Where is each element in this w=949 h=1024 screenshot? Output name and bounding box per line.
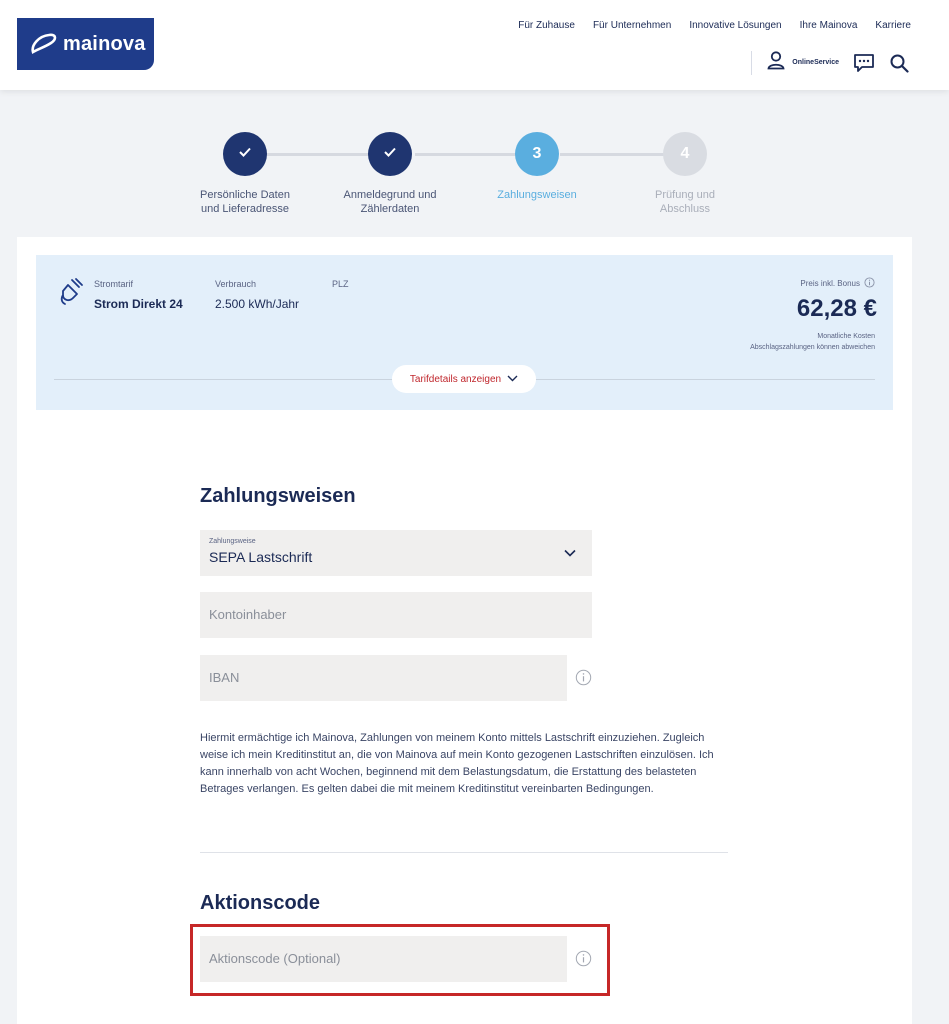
nav-item-karriere[interactable]: Karriere	[875, 20, 911, 31]
section-divider	[200, 852, 728, 853]
usage-value: 2.500 kWh/Jahr	[215, 297, 300, 311]
progress-stepper: Persönliche Daten und Lieferadresse Anme…	[175, 126, 755, 226]
step-4-label: Prüfung und Abschluss	[655, 189, 715, 215]
account-holder-field[interactable]: Kontoinhaber	[200, 592, 592, 638]
chevron-down-icon	[507, 374, 518, 385]
step-persoenliche-daten[interactable]: Persönliche Daten und Lieferadresse	[175, 132, 315, 216]
account-holder-placeholder: Kontoinhaber	[209, 607, 287, 622]
step-1-label: Persönliche Daten und Lieferadresse	[200, 189, 290, 215]
step-anmeldegrund[interactable]: Anmeldegrund und Zählerdaten	[320, 132, 460, 216]
online-service-label: OnlineService	[792, 59, 839, 66]
step-2-label: Anmeldegrund und Zählerdaten	[343, 189, 437, 215]
site-header: mainova Für Zuhause Für Unternehmen Inno…	[0, 0, 949, 90]
chevron-down-icon	[564, 544, 576, 562]
plug-icon	[58, 277, 84, 312]
payment-section-title: Zahlungsweisen	[200, 485, 356, 507]
user-icon	[766, 50, 786, 75]
promo-section-title: Aktionscode	[200, 892, 321, 914]
tariff-label: Stromtarif	[94, 279, 134, 289]
search-icon[interactable]	[889, 53, 909, 73]
price-value: 62,28 €	[796, 295, 877, 322]
payment-method-value: SEPA Lastschrift	[209, 549, 313, 565]
header-separator	[751, 50, 753, 75]
online-service-button[interactable]: OnlineService	[766, 50, 839, 75]
check-icon	[383, 145, 397, 163]
nav-item-fuer-unternehmen[interactable]: Für Unternehmen	[593, 20, 671, 31]
step-3-circle: 3	[515, 132, 559, 176]
price-subtext: Monatliche Kosten Abschlagszahlungen kön…	[750, 333, 875, 351]
scrollbar-track[interactable]	[912, 90, 949, 1024]
logo-mark-icon	[29, 33, 59, 55]
usage-label: Verbrauch	[215, 279, 257, 289]
top-navigation: Für Zuhause Für Unternehmen Innovative L…	[518, 20, 911, 31]
tariff-summary: Stromtarif Strom Direkt 24 Verbrauch 2.5…	[36, 255, 893, 410]
step-3-label: Zahlungsweisen	[497, 189, 577, 201]
step-2-circle	[368, 132, 412, 176]
header-actions: OnlineService	[751, 50, 909, 75]
sepa-consent-text: Hiermit ermächtige ich Mainova, Zahlunge…	[200, 732, 714, 795]
step-zahlungsweisen: 3 Zahlungsweisen	[467, 132, 607, 202]
logo-text: mainova	[63, 32, 146, 55]
plz-label: PLZ	[332, 279, 349, 289]
iban-info-icon[interactable]	[575, 669, 592, 691]
nav-item-ihre-mainova[interactable]: Ihre Mainova	[800, 20, 858, 31]
check-icon	[238, 145, 252, 163]
price-label-wrapper: Preis inkl. Bonus	[800, 277, 875, 290]
nav-item-fuer-zuhause[interactable]: Für Zuhause	[518, 20, 575, 31]
promo-info-icon[interactable]	[575, 950, 592, 972]
step-4-circle: 4	[663, 132, 707, 176]
iban-field[interactable]: IBAN	[200, 655, 567, 701]
tariff-details-toggle[interactable]: Tarifdetails anzeigen	[392, 365, 536, 393]
tariff-value: Strom Direkt 24	[94, 297, 183, 311]
price-label: Preis inkl. Bonus	[800, 279, 860, 288]
payment-method-label: Zahlungsweise	[209, 538, 256, 545]
promo-code-field[interactable]: Aktionscode (Optional)	[200, 936, 567, 982]
tariff-toggle-label: Tarifdetails anzeigen	[409, 373, 502, 385]
step-1-circle	[223, 132, 267, 176]
mainova-logo[interactable]: mainova	[17, 18, 154, 70]
promo-code-placeholder: Aktionscode (Optional)	[209, 951, 341, 966]
payment-method-select[interactable]: Zahlungsweise SEPA Lastschrift	[200, 530, 592, 576]
nav-item-innovative-loesungen[interactable]: Innovative Lösungen	[689, 20, 781, 31]
chat-icon[interactable]	[853, 53, 875, 73]
info-icon[interactable]	[864, 277, 875, 290]
step-pruefung: 4 Prüfung und Abschluss	[615, 132, 755, 216]
iban-placeholder: IBAN	[209, 670, 240, 685]
